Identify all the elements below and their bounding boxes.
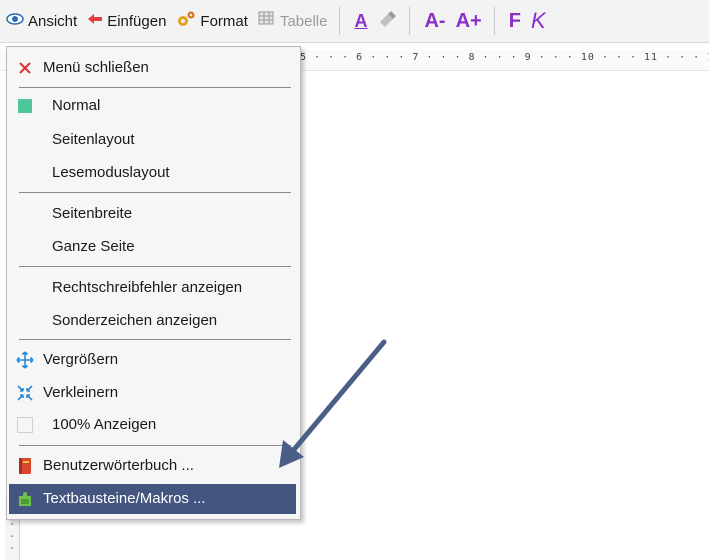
menu-separator [19, 339, 291, 340]
menu-item-benutzerwoerterbuch[interactable]: Benutzerwörterbuch ... [9, 451, 296, 481]
menu-item-seitenbreite[interactable]: Seitenbreite [9, 199, 296, 229]
eye-icon [6, 12, 24, 30]
menu-item-label: Lesemoduslayout [52, 164, 170, 181]
menu-item-textbausteine[interactable]: Textbausteine/Makros ... [9, 484, 296, 514]
zoom-in-arrows-icon [16, 351, 34, 369]
menu-separator [19, 87, 291, 88]
menu-item-label: Ganze Seite [52, 238, 135, 255]
toolbar-divider [409, 7, 411, 35]
menu-item-label: Vergrößern [43, 351, 119, 368]
menu-item-label: 100% Anzeigen [52, 416, 157, 433]
menu-separator [19, 192, 291, 193]
menu-item-lesemoduslayout[interactable]: Lesemoduslayout [9, 158, 296, 188]
table-icon [258, 11, 276, 31]
ansicht-button[interactable]: Ansicht [2, 5, 81, 37]
bold-button[interactable]: F [505, 5, 525, 37]
menu-item-100-anzeigen[interactable]: 100% Anzeigen [9, 410, 296, 440]
dictionary-book-icon [16, 457, 34, 475]
highlight-button[interactable] [373, 5, 401, 37]
menu-item-sonderzeichen[interactable]: Sonderzeichen anzeigen [9, 306, 296, 336]
italic-button[interactable]: K [527, 5, 550, 37]
gears-icon [176, 10, 196, 32]
format-label: Format [200, 12, 248, 30]
italic-label: K [530, 8, 546, 33]
menu-item-ganze-seite[interactable]: Ganze Seite [9, 232, 296, 262]
bold-label: F [508, 9, 521, 32]
empty-checkbox-icon [16, 416, 34, 434]
ansicht-label: Ansicht [28, 12, 78, 30]
menu-item-label: Rechtschreibfehler anzeigen [52, 279, 243, 296]
menu-item-close[interactable]: Menü schließen [9, 53, 296, 83]
menu-item-rechtschreibfehler[interactable]: Rechtschreibfehler anzeigen [9, 273, 296, 303]
font-larger-label: A+ [455, 9, 482, 32]
font-smaller-button[interactable]: A- [420, 5, 449, 37]
toolbar: Ansicht Einfügen Format Tabelle A A- A+ [0, 0, 709, 43]
font-larger-button[interactable]: A+ [452, 5, 486, 37]
tabelle-label: Tabelle [279, 12, 328, 30]
menu-item-label: Sonderzeichen anzeigen [52, 312, 218, 329]
zoom-out-arrows-icon [16, 384, 34, 402]
toolbar-divider [339, 7, 341, 35]
ruler-numbers: 5 · · · 6 · · · 7 · · · 8 · · · 9 · · · … [300, 52, 709, 63]
insert-arrow-icon [87, 12, 103, 30]
menu-item-verkleinern[interactable]: Verkleinern [9, 378, 296, 408]
tabelle-button[interactable]: Tabelle [254, 5, 332, 37]
menu-separator [19, 445, 291, 446]
menu-item-label: Textbausteine/Makros ... [43, 490, 206, 507]
format-button[interactable]: Format [172, 5, 252, 37]
menu-item-normal[interactable]: Normal [9, 91, 296, 121]
close-icon [16, 59, 34, 77]
highlighter-icon [377, 10, 397, 32]
menu-item-vergroessern[interactable]: Vergrößern [9, 345, 296, 375]
font-color-icon: A [354, 11, 368, 31]
ansicht-menu: Menü schließen Normal Seitenlayout Lesem… [6, 46, 301, 520]
menu-item-label: Menü schließen [43, 59, 149, 76]
einfuegen-label: Einfügen [107, 12, 167, 30]
toolbar-divider [493, 7, 495, 35]
puzzle-piece-icon [16, 490, 34, 508]
menu-item-label: Normal [52, 97, 101, 114]
font-smaller-label: A- [424, 9, 446, 32]
menu-item-label: Verkleinern [43, 384, 119, 401]
font-color-button[interactable]: A [350, 5, 371, 37]
menu-item-label: Benutzerwörterbuch ... [43, 457, 194, 474]
menu-item-seitenlayout[interactable]: Seitenlayout [9, 125, 296, 155]
einfuegen-button[interactable]: Einfügen [83, 5, 170, 37]
menu-item-label: Seitenbreite [52, 205, 133, 222]
menu-separator [19, 266, 291, 267]
normal-view-icon [16, 97, 34, 115]
menu-item-label: Seitenlayout [52, 131, 135, 148]
